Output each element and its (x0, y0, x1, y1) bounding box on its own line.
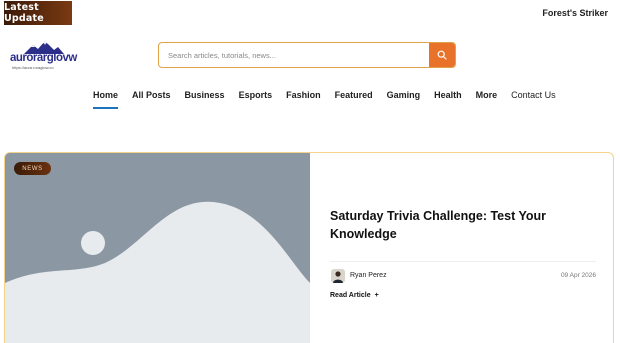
nav-item-more[interactable]: More (476, 89, 498, 109)
nav-item-gaming[interactable]: Gaming (387, 89, 421, 109)
search-input[interactable] (159, 43, 429, 67)
logo-wordmark: aurorarglovw (10, 52, 77, 64)
avatar-icon (331, 269, 345, 283)
post-date: 09 Apr 2026 (560, 272, 596, 279)
site-logo[interactable]: aurorarglovw https://aura.roraglow.co (10, 40, 78, 70)
image-placeholder-icon (5, 153, 310, 343)
search-button[interactable] (429, 43, 455, 67)
nav-item-featured[interactable]: Featured (335, 89, 373, 109)
nav-item-fashion[interactable]: Fashion (286, 89, 321, 109)
divider (330, 261, 596, 262)
top-bar: Latest Update Forest's Striker (0, 0, 620, 28)
nav-item-home[interactable]: Home (93, 89, 119, 109)
logo-tagline: https://aura.roraglow.co (12, 65, 54, 70)
nav-item-esports[interactable]: Esports (239, 89, 273, 109)
search-bar (158, 42, 456, 68)
featured-post-card: NEWS Saturday Trivia Challenge: Test You… (4, 152, 614, 343)
read-article-label: Read Article (330, 292, 371, 299)
post-title[interactable]: Saturday Trivia Challenge: Test Your Kno… (330, 207, 590, 243)
main-navigation: Home All Posts Business Esports Fashion … (93, 89, 570, 109)
author-avatar[interactable] (331, 269, 345, 283)
latest-update-badge[interactable]: Latest Update (4, 1, 72, 25)
read-article-link[interactable]: Read Article + (330, 292, 379, 299)
plus-icon: + (374, 292, 379, 299)
category-badge[interactable]: NEWS (14, 162, 51, 175)
news-ticker-text[interactable]: Forest's Striker (542, 8, 608, 18)
post-meta: Ryan Perez 09 Apr 2026 (330, 269, 596, 285)
featured-image[interactable]: NEWS (5, 153, 310, 343)
nav-item-business[interactable]: Business (185, 89, 225, 109)
search-icon (437, 50, 447, 60)
nav-item-all-posts[interactable]: All Posts (132, 89, 171, 109)
featured-post-body: Saturday Trivia Challenge: Test Your Kno… (330, 153, 600, 343)
author-name[interactable]: Ryan Perez (350, 272, 387, 279)
nav-item-health[interactable]: Health (434, 89, 462, 109)
nav-item-contact-us[interactable]: Contact Us (511, 89, 556, 109)
